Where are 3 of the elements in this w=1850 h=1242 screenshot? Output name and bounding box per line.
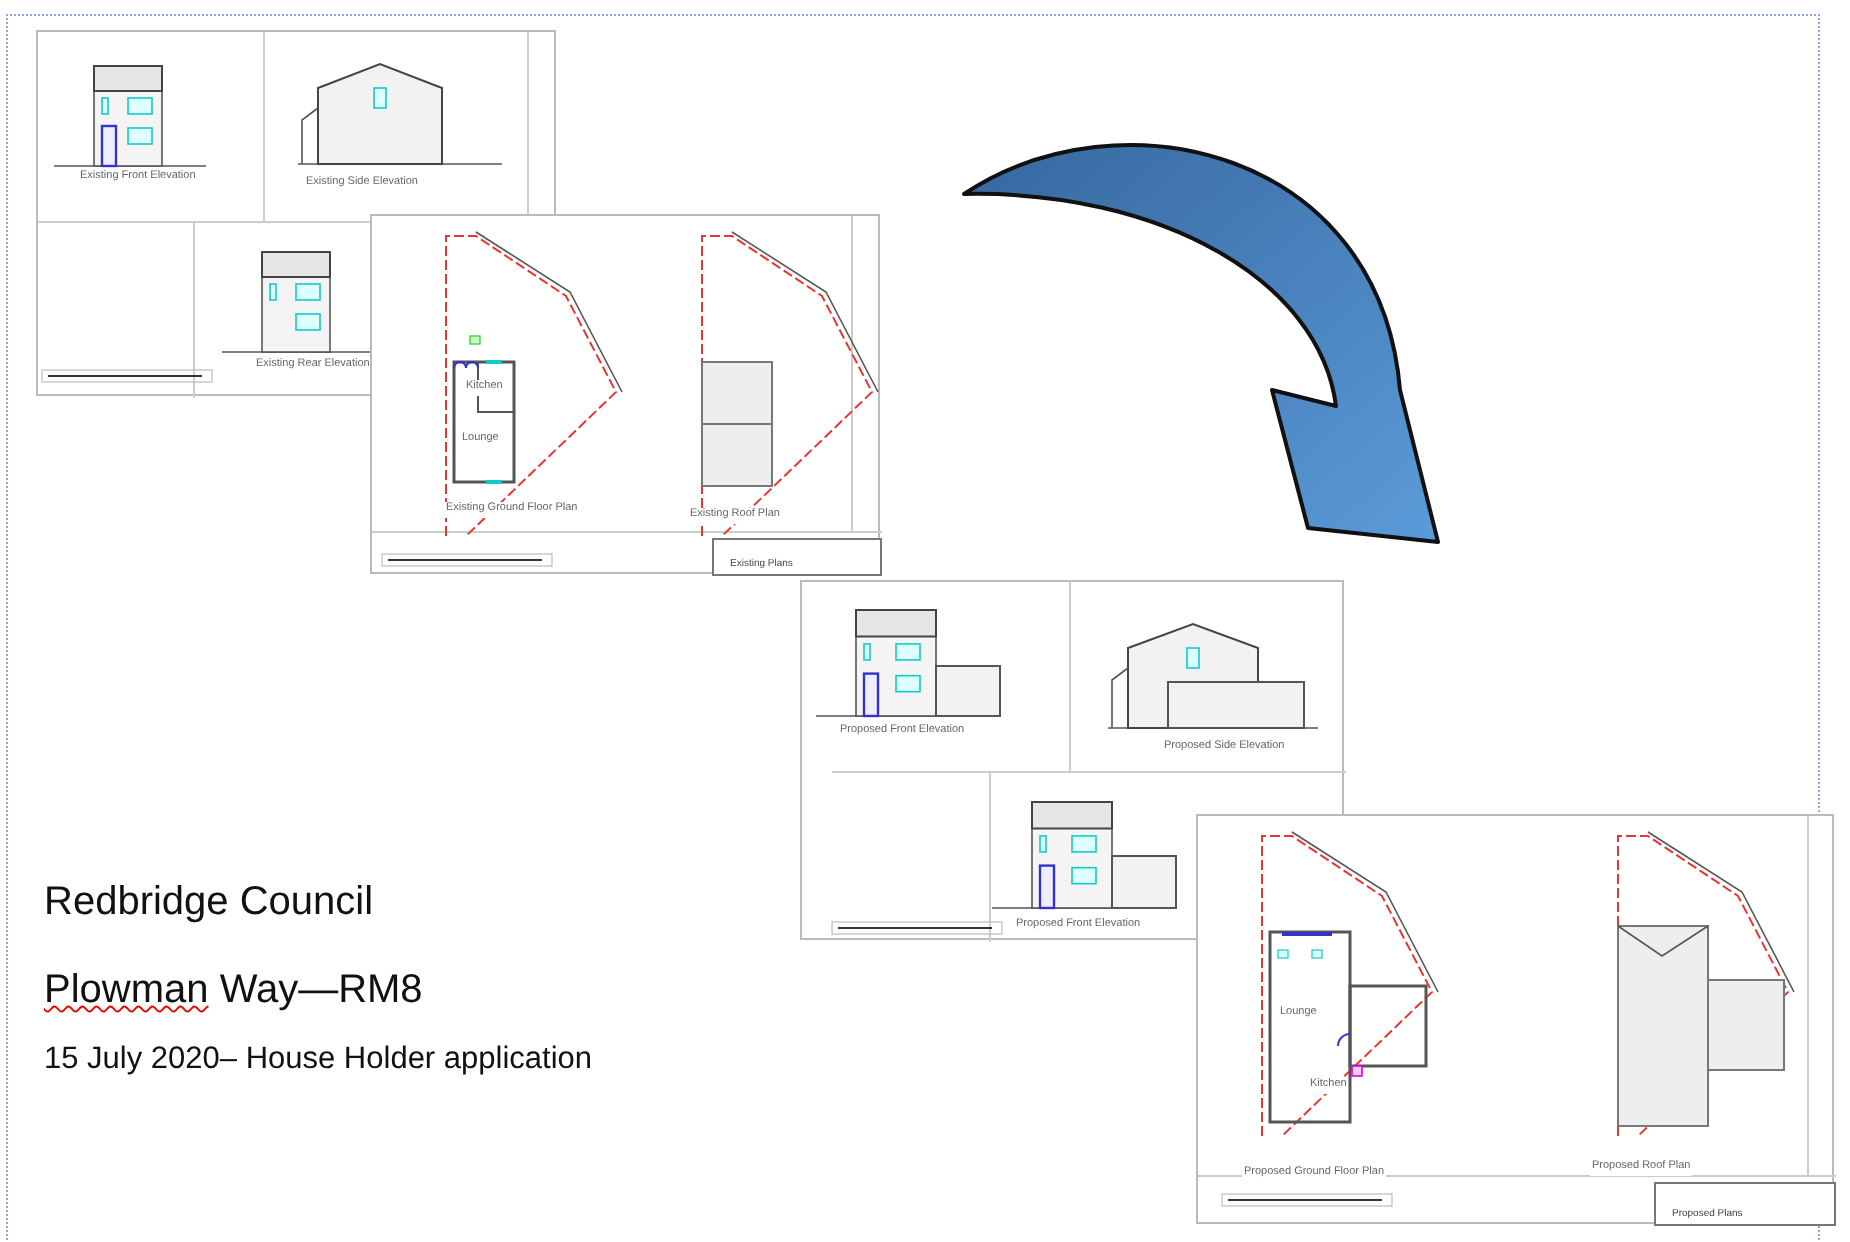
heading: Redbridge Council xyxy=(44,878,376,928)
subheading: Plowman Way—RM8 xyxy=(44,966,425,1016)
date-line: 15 July 2020– House Holder application xyxy=(44,1040,593,1080)
